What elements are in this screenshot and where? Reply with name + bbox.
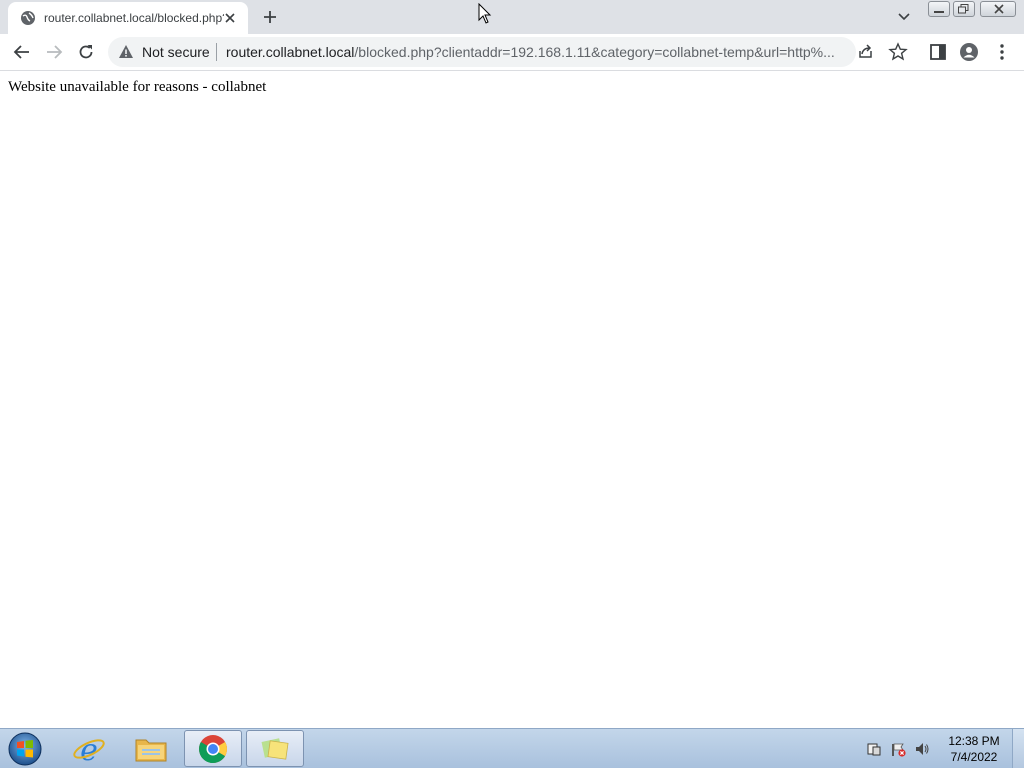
restore-button[interactable]: [953, 1, 975, 17]
reload-icon[interactable]: [76, 42, 96, 62]
tab-strip: router.collabnet.local/blocked.php?clien…: [0, 0, 1024, 34]
clock-date: 7/4/2022: [950, 750, 998, 764]
taskbar-item-internet-explorer[interactable]: e: [60, 730, 118, 768]
forward-arrow-icon[interactable]: [44, 42, 64, 62]
start-button[interactable]: [7, 731, 43, 767]
more-menu-icon[interactable]: [992, 42, 1012, 62]
profile-icon[interactable]: [959, 42, 979, 62]
back-arrow-icon[interactable]: [12, 42, 32, 62]
action-center-icon[interactable]: [866, 741, 882, 757]
close-icon[interactable]: [222, 10, 238, 26]
browser-tab[interactable]: router.collabnet.local/blocked.php?clien…: [8, 2, 248, 34]
share-icon[interactable]: [856, 42, 876, 62]
tab-title: router.collabnet.local/blocked.php?clien…: [44, 11, 224, 25]
blocked-message: Website unavailable for reasons - collab…: [8, 79, 267, 95]
restore-icon: [958, 4, 969, 14]
url-host: router.collabnet.local: [226, 44, 355, 60]
url-text[interactable]: router.collabnet.local/blocked.php?clien…: [226, 44, 852, 60]
taskbar: e 12:38 PM 7/4/2022: [0, 728, 1024, 768]
url-path: /blocked.php?clientaddr=192.168.1.11&cat…: [354, 44, 835, 60]
close-icon: [994, 4, 1004, 14]
volume-icon[interactable]: [914, 741, 930, 757]
chrome-icon: [199, 735, 227, 763]
mouse-cursor-icon: [478, 3, 492, 24]
window-close-button[interactable]: [980, 1, 1016, 17]
svg-text:e: e: [80, 733, 98, 767]
taskbar-item-sticky-notes[interactable]: [246, 730, 304, 767]
side-panel-icon[interactable]: [928, 42, 948, 62]
network-error-icon[interactable]: [890, 741, 906, 757]
system-clock[interactable]: 12:38 PM 7/4/2022: [940, 733, 1008, 765]
taskbar-item-google-chrome[interactable]: [184, 730, 242, 767]
minimize-icon: [934, 11, 944, 13]
globe-icon: [21, 11, 35, 25]
address-bar[interactable]: Not secure router.collabnet.local/blocke…: [108, 37, 856, 67]
chevron-down-icon[interactable]: [894, 8, 914, 26]
new-tab-button[interactable]: [258, 6, 282, 28]
taskbar-item-windows-explorer[interactable]: [122, 730, 180, 767]
minimize-button[interactable]: [928, 1, 950, 17]
internet-explorer-icon: e: [73, 733, 105, 768]
folder-icon: [135, 739, 167, 762]
warning-icon[interactable]: [118, 44, 134, 60]
divider: [216, 43, 217, 61]
browser-toolbar: Not secure router.collabnet.local/blocke…: [0, 34, 1024, 71]
show-desktop-button[interactable]: [1012, 729, 1024, 768]
star-icon[interactable]: [888, 42, 908, 62]
security-label[interactable]: Not secure: [142, 44, 210, 60]
sticky-notes-icon: [261, 738, 289, 760]
clock-time: 12:38 PM: [948, 734, 1000, 748]
